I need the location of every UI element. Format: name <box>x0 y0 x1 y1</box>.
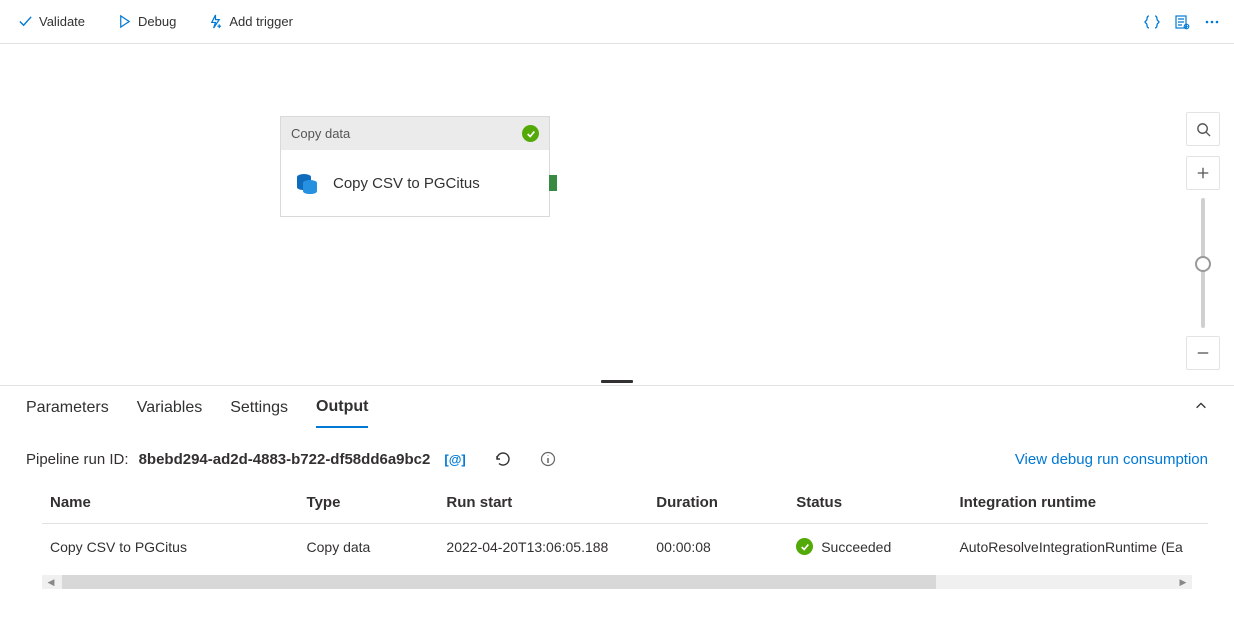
activity-name: Copy CSV to PGCitus <box>333 175 480 192</box>
validate-button[interactable]: Validate <box>10 8 93 35</box>
col-status[interactable]: Status <box>788 482 951 524</box>
scrollbar-thumb[interactable] <box>62 575 936 589</box>
cell-duration: 00:00:08 <box>648 524 788 570</box>
view-consumption-link[interactable]: View debug run consumption <box>1015 451 1208 468</box>
add-trigger-button[interactable]: Add trigger <box>200 8 301 35</box>
cell-type: Copy data <box>299 524 439 570</box>
tab-output[interactable]: Output <box>316 388 368 428</box>
activity-header: Copy data <box>281 117 549 150</box>
cell-run-start: 2022-04-20T13:06:05.188 <box>438 524 648 570</box>
tab-variables[interactable]: Variables <box>137 389 203 427</box>
cell-integration-runtime: AutoResolveIntegrationRuntime (Ea <box>951 524 1208 570</box>
zoom-out-button[interactable] <box>1186 336 1220 370</box>
add-trigger-label: Add trigger <box>229 14 293 29</box>
zoom-fit-button[interactable] <box>1186 112 1220 146</box>
run-id-value: 8bebd294-ad2d-4883-b722-df58dd6a9bc2 <box>139 451 431 468</box>
tab-settings[interactable]: Settings <box>230 389 288 427</box>
col-integration-runtime[interactable]: Integration runtime <box>951 482 1208 524</box>
debug-label: Debug <box>138 14 176 29</box>
resizer-handle-icon <box>601 380 633 383</box>
code-braces-icon[interactable] <box>1144 14 1160 30</box>
table-row[interactable]: Copy CSV to PGCitus Copy data 2022-04-20… <box>42 524 1208 570</box>
trigger-icon <box>208 14 223 29</box>
activity-type: Copy data <box>291 126 350 141</box>
output-table: Name Type Run start Duration Status Inte… <box>0 482 1234 569</box>
col-type[interactable]: Type <box>299 482 439 524</box>
debug-button[interactable]: Debug <box>109 8 184 35</box>
activity-body: Copy CSV to PGCitus <box>281 150 549 216</box>
cell-status: Succeeded <box>788 524 951 570</box>
info-icon[interactable] <box>540 451 556 467</box>
check-icon <box>18 14 33 29</box>
validate-label: Validate <box>39 14 85 29</box>
run-info: Pipeline run ID: 8bebd294-ad2d-4883-b722… <box>0 430 1234 482</box>
status-success-icon <box>796 538 813 555</box>
zoom-in-button[interactable] <box>1186 156 1220 190</box>
run-id-label: Pipeline run ID: <box>26 451 129 468</box>
tab-parameters[interactable]: Parameters <box>26 389 109 427</box>
play-icon <box>117 14 132 29</box>
toolbar-right <box>1144 14 1224 30</box>
table-hscrollbar[interactable]: ◀ ▶ <box>42 575 1192 589</box>
cell-name: Copy CSV to PGCitus <box>42 524 299 570</box>
scroll-right-icon[interactable]: ▶ <box>1174 575 1192 589</box>
ellipsis-icon[interactable] <box>1204 14 1220 30</box>
zoom-controls <box>1186 112 1220 370</box>
status-text: Succeeded <box>821 539 891 555</box>
database-icon <box>293 169 321 197</box>
zoom-slider[interactable] <box>1201 198 1205 328</box>
bottom-tabs: Parameters Variables Settings Output <box>0 386 1234 430</box>
input-icon[interactable]: [@] <box>444 452 465 467</box>
collapse-panel-button[interactable] <box>1194 399 1208 418</box>
toolbar: Validate Debug Add trigger <box>0 0 1234 44</box>
col-run-start[interactable]: Run start <box>438 482 648 524</box>
copy-data-activity[interactable]: Copy data Copy CSV to PGCitus <box>280 116 550 217</box>
refresh-icon[interactable] <box>494 450 512 468</box>
col-name[interactable]: Name <box>42 482 299 524</box>
pipeline-canvas[interactable]: Copy data Copy CSV to PGCitus <box>0 44 1234 380</box>
properties-icon[interactable] <box>1174 14 1190 30</box>
col-duration[interactable]: Duration <box>648 482 788 524</box>
connector-handle[interactable] <box>549 175 557 191</box>
status-success-icon <box>522 125 539 142</box>
zoom-slider-thumb[interactable] <box>1195 256 1211 272</box>
scroll-left-icon[interactable]: ◀ <box>42 575 60 589</box>
